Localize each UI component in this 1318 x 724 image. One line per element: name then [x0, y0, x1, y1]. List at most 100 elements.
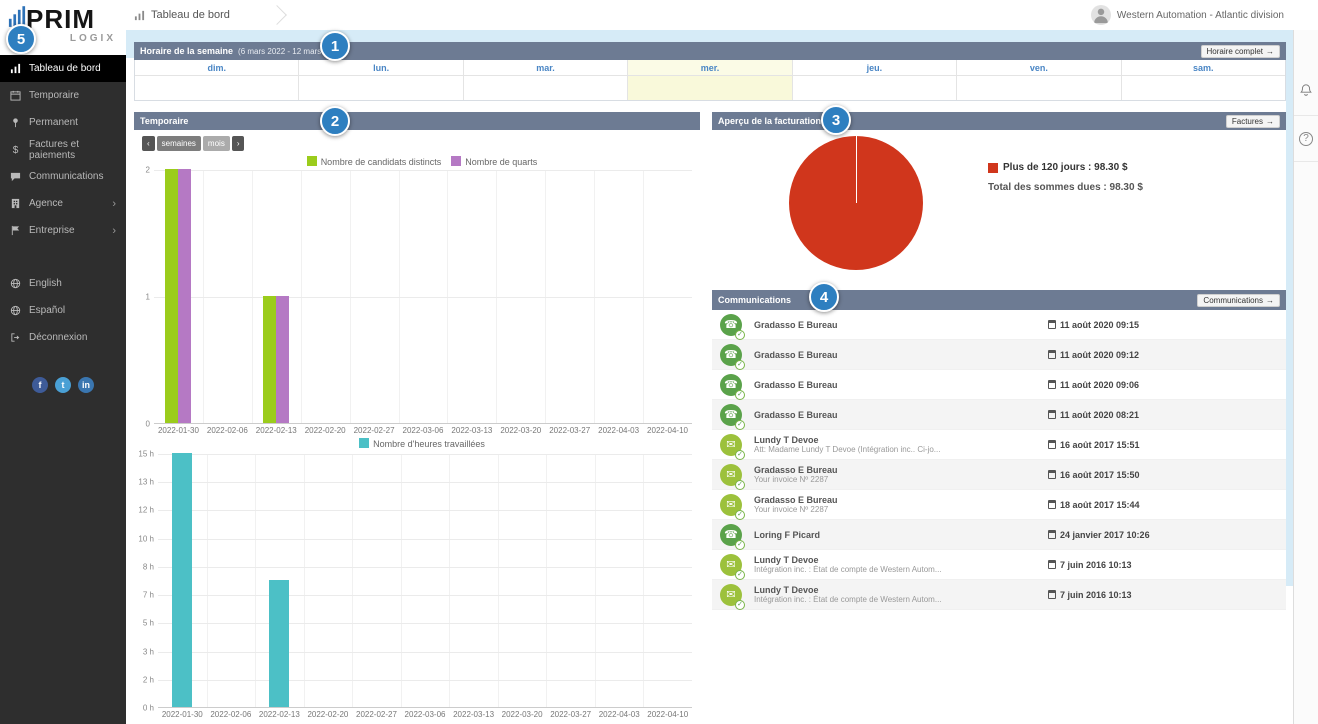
x-axis-tick-label: 2022-02-13 [252, 426, 301, 435]
sidebar-item-espa-ol[interactable]: Español [0, 297, 126, 324]
check-icon: ✓ [735, 390, 745, 400]
sidebar-item-label: Tableau de bord [29, 63, 101, 74]
schedule-column-ven: ven. [956, 60, 1120, 100]
communication-date: 7 juin 2016 10:13 [1048, 590, 1132, 600]
y-axis-tick-label: 3 h [143, 647, 154, 656]
x-axis-tick-label: 2022-02-27 [350, 426, 399, 435]
phone-icon: ☎✓ [720, 314, 742, 336]
user-menu[interactable]: Western Automation - Atlantic division [1091, 0, 1284, 30]
sidebar-item-d-connexion[interactable]: Déconnexion [0, 324, 126, 351]
sidebar-item-label: Factures et paiements [29, 139, 116, 161]
communication-row[interactable]: ✉✓Gradasso E BureauYour invoice Nº 22871… [712, 460, 1286, 490]
temporaire-panel: Temporaire ‹ semaines mois › Nombre de c… [134, 112, 700, 724]
x-axis-tick-label: 2022-03-20 [496, 426, 545, 435]
communication-row[interactable]: ✉✓Lundy T DevoeIntégration inc. : État d… [712, 550, 1286, 580]
communication-row[interactable]: ☎✓Gradasso E Bureau11 août 2020 09:12 [712, 340, 1286, 370]
temporaire-panel-header: Temporaire [134, 112, 700, 130]
communication-row[interactable]: ✉✓Gradasso E BureauYour invoice Nº 22871… [712, 490, 1286, 520]
calendar-icon [1048, 410, 1056, 419]
communication-date: 11 août 2020 09:06 [1048, 380, 1139, 390]
gridline-horizontal [158, 567, 692, 568]
x-axis-tick-label: 2022-04-10 [643, 426, 692, 435]
check-icon: ✓ [735, 540, 745, 550]
sidebar-item-permanent[interactable]: Permanent [0, 109, 126, 136]
communication-subject: Intégration inc. : État de compte de Wes… [754, 565, 1028, 574]
schedule-cell[interactable] [957, 76, 1120, 100]
schedule-column-dim: dim. [135, 60, 298, 100]
billing-panel: Aperçu de la facturation Factures→ Plus … [712, 112, 1286, 288]
check-icon: ✓ [735, 330, 745, 340]
calendar-icon [1048, 590, 1056, 599]
communications-title: Communications [718, 295, 791, 305]
sidebar-item-label: Entreprise [29, 225, 75, 236]
facebook-icon[interactable]: f [32, 377, 48, 393]
sidebar-item-tableau-de-bord[interactable]: Tableau de bord [0, 55, 126, 82]
sidebar-item-entreprise[interactable]: Entreprise› [0, 217, 126, 244]
toggle-weeks-button[interactable]: semaines [157, 136, 201, 151]
sidebar-item-label: Temporaire [29, 90, 79, 101]
sidebar-item-agence[interactable]: Agence› [0, 190, 126, 217]
dollar-icon: $ [10, 144, 21, 155]
x-axis-tick-label: 2022-03-06 [401, 710, 450, 719]
y-axis-tick-label: 10 h [138, 534, 154, 543]
phone-icon: ☎✓ [720, 524, 742, 546]
invoices-button[interactable]: Factures→ [1226, 115, 1280, 128]
communication-row[interactable]: ☎✓Gradasso E Bureau11 août 2020 09:06 [712, 370, 1286, 400]
billing-title: Aperçu de la facturation [718, 116, 821, 126]
x-axis-tick-label: 2022-04-03 [594, 426, 643, 435]
next-period-button[interactable]: › [232, 136, 245, 151]
toggle-months-button[interactable]: mois [203, 136, 230, 151]
schedule-cell[interactable] [628, 76, 791, 100]
schedule-cell[interactable] [135, 76, 298, 100]
communication-row[interactable]: ☎✓Gradasso E Bureau11 août 2020 09:15 [712, 310, 1286, 340]
sidebar-item-temporaire[interactable]: Temporaire [0, 82, 126, 109]
schedule-column-jeu: jeu. [792, 60, 956, 100]
temporaire-title: Temporaire [140, 116, 188, 126]
gridline-horizontal [158, 623, 692, 624]
full-schedule-button[interactable]: Horaire complet→ [1201, 45, 1280, 58]
gridline-vertical [352, 454, 353, 707]
schedule-cell[interactable] [464, 76, 627, 100]
y-axis-tick-label: 5 h [143, 619, 154, 628]
contact-name: Gradasso E Bureau [754, 380, 1028, 390]
help-button[interactable]: ? [1294, 116, 1318, 162]
communication-text: Gradasso E Bureau [754, 350, 1278, 360]
sidebar-nav: Tableau de bord Temporaire Permanent $ Factu… [0, 55, 126, 244]
sidebar-item-factures-et-paiements[interactable]: $ Factures et paiements [0, 136, 126, 163]
communication-date: 16 août 2017 15:50 [1048, 470, 1140, 480]
day-header: jeu. [793, 60, 956, 76]
utility-strip: ? [1293, 30, 1318, 724]
email-icon: ✉✓ [720, 464, 742, 486]
period-controls: ‹ semaines mois › [142, 136, 244, 151]
sidebar-item-communications[interactable]: Communications [0, 163, 126, 190]
building-icon [10, 198, 21, 209]
communication-row[interactable]: ✉✓Lundy T DevoeIntégration inc. : État d… [712, 580, 1286, 610]
twitter-icon[interactable]: t [55, 377, 71, 393]
contact-name: Gradasso E Bureau [754, 465, 1028, 475]
notifications-button[interactable] [1294, 70, 1318, 116]
email-icon: ✉✓ [720, 554, 742, 576]
communication-row[interactable]: ✉✓Lundy T DevoeAtt: Madame Lundy T Devoe… [712, 430, 1286, 460]
communication-row[interactable]: ☎✓Loring F Picard24 janvier 2017 10:26 [712, 520, 1286, 550]
schedule-cell[interactable] [1122, 76, 1285, 100]
sidebar-item-english[interactable]: English [0, 270, 126, 297]
schedule-cell[interactable] [299, 76, 462, 100]
communication-row[interactable]: ☎✓Gradasso E Bureau11 août 2020 08:21 [712, 400, 1286, 430]
x-axis-tick-label: 2022-03-13 [449, 710, 498, 719]
chat-icon [10, 171, 21, 182]
communications-button[interactable]: Communications→ [1197, 294, 1280, 307]
schedule-cell[interactable] [793, 76, 956, 100]
arrow-right-icon: → [1266, 47, 1274, 56]
linkedin-icon[interactable]: in [78, 377, 94, 393]
y-axis-tick-label: 12 h [138, 506, 154, 515]
x-axis-tick-label: 2022-03-20 [498, 710, 547, 719]
x-axis-tick-label: 2022-02-20 [301, 426, 350, 435]
communication-date: 11 août 2020 09:12 [1048, 350, 1139, 360]
bar [165, 169, 178, 423]
calendar-icon [1048, 500, 1056, 509]
previous-period-button[interactable]: ‹ [142, 136, 155, 151]
schedule-column-sam: sam. [1121, 60, 1285, 100]
communication-date: 11 août 2020 08:21 [1048, 410, 1139, 420]
communication-date: 11 août 2020 09:15 [1048, 320, 1139, 330]
breadcrumb[interactable]: Tableau de bord [134, 0, 284, 30]
